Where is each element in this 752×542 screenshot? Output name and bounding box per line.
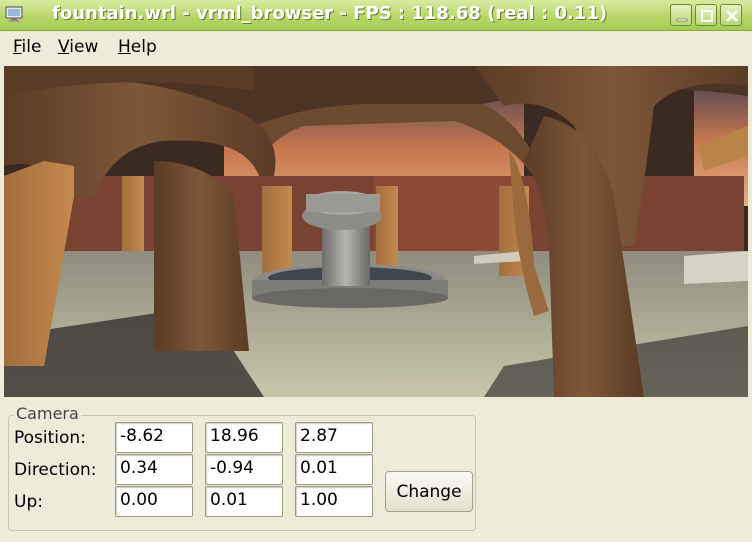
up-y-field[interactable]: 0.01: [205, 486, 283, 517]
menu-view-mnemonic: V: [58, 37, 70, 57]
close-button[interactable]: [720, 4, 742, 26]
change-button[interactable]: Change: [385, 471, 473, 512]
direction-x-field[interactable]: 0.34: [115, 454, 193, 485]
app-window: fountain.wrl - vrml_browser - FPS : 118.…: [0, 0, 752, 542]
title-bar[interactable]: fountain.wrl - vrml_browser - FPS : 118.…: [0, 0, 752, 31]
position-x-field[interactable]: -8.62: [115, 422, 193, 453]
menu-view[interactable]: View: [58, 37, 98, 57]
fountain-scene: [4, 66, 748, 397]
menu-file[interactable]: File: [13, 37, 41, 57]
up-z-field[interactable]: 1.00: [295, 486, 373, 517]
maximize-button[interactable]: [695, 4, 717, 26]
up-x-field[interactable]: 0.00: [115, 486, 193, 517]
position-y-field[interactable]: 18.96: [205, 422, 283, 453]
close-icon: [726, 10, 738, 22]
direction-label: Direction:: [14, 460, 97, 480]
position-label: Position:: [14, 428, 86, 448]
window-title: fountain.wrl - vrml_browser - FPS : 118.…: [52, 3, 608, 24]
menu-bar: File View Help: [0, 32, 752, 64]
menu-help[interactable]: Help: [118, 37, 157, 57]
menu-file-mnemonic: F: [13, 37, 22, 57]
minimize-icon: [676, 18, 688, 22]
menu-file-label: ile: [21, 37, 42, 57]
minimize-button[interactable]: [670, 4, 692, 26]
position-z-field[interactable]: 2.87: [295, 422, 373, 453]
app-icon: [5, 6, 23, 23]
maximize-icon: [701, 10, 713, 22]
menu-help-mnemonic: H: [118, 37, 131, 57]
up-label: Up:: [14, 492, 43, 512]
menu-help-label: elp: [130, 37, 157, 57]
direction-y-field[interactable]: -0.94: [205, 454, 283, 485]
menu-view-label: iew: [69, 37, 99, 57]
camera-group-title: Camera: [14, 404, 81, 423]
direction-z-field[interactable]: 0.01: [295, 454, 373, 485]
3d-viewport[interactable]: [4, 66, 748, 397]
